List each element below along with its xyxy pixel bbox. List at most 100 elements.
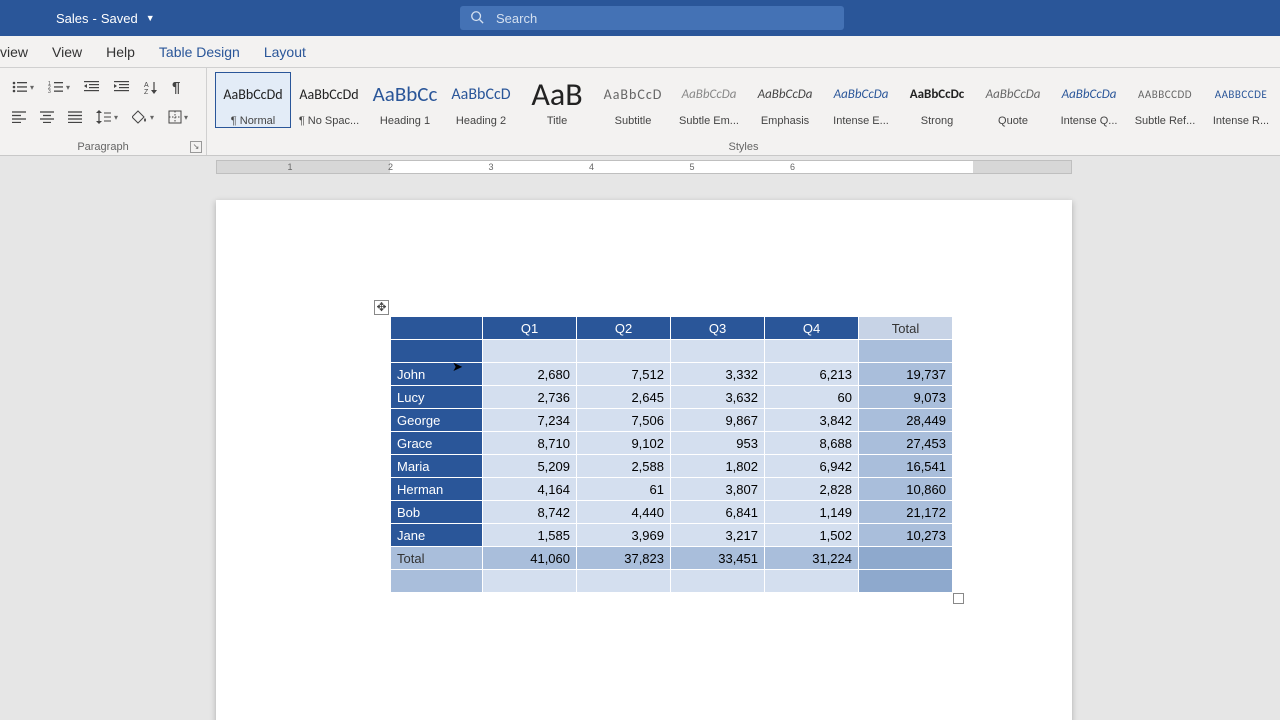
bullets-button[interactable]: ▾ bbox=[8, 75, 38, 99]
decrease-indent-button[interactable] bbox=[80, 75, 104, 99]
search-input[interactable] bbox=[496, 11, 834, 26]
style-intense-r-[interactable]: AABBCCDEIntense R... bbox=[1203, 73, 1279, 127]
align-center-button[interactable] bbox=[36, 105, 58, 129]
footer-q1[interactable]: 41,060 bbox=[483, 547, 577, 570]
row-name[interactable]: Lucy bbox=[391, 386, 483, 409]
page[interactable]: ✥ Q1 Q2 Q3 Q4 Total John2,6807,5123,3326… bbox=[216, 200, 1072, 720]
shading-button[interactable]: ▾ bbox=[128, 105, 158, 129]
header-empty[interactable] bbox=[391, 317, 483, 340]
tab-review-partial[interactable]: view bbox=[0, 38, 40, 66]
style-quote[interactable]: AaBbCcDaQuote bbox=[975, 73, 1051, 127]
cell-total[interactable]: 21,172 bbox=[859, 501, 953, 524]
cell-value[interactable]: 5,209 bbox=[483, 455, 577, 478]
row-name[interactable]: Herman bbox=[391, 478, 483, 501]
cell-value[interactable]: 1,585 bbox=[483, 524, 577, 547]
style-heading-1[interactable]: AaBbCcHeading 1 bbox=[367, 73, 443, 127]
cell-value[interactable]: 8,688 bbox=[765, 432, 859, 455]
style-no-spac-[interactable]: AaBbCcDd¶ No Spac... bbox=[291, 73, 367, 127]
header-q2[interactable]: Q2 bbox=[577, 317, 671, 340]
cell-value[interactable]: 3,632 bbox=[671, 386, 765, 409]
cell-total[interactable]: 27,453 bbox=[859, 432, 953, 455]
footer-q3[interactable]: 33,451 bbox=[671, 547, 765, 570]
cell-value[interactable]: 60 bbox=[765, 386, 859, 409]
cell-value[interactable]: 2,588 bbox=[577, 455, 671, 478]
header-q1[interactable]: Q1 bbox=[483, 317, 577, 340]
cell-value[interactable]: 6,213 bbox=[765, 363, 859, 386]
align-justify-button[interactable] bbox=[64, 105, 86, 129]
header-q4[interactable]: Q4 bbox=[765, 317, 859, 340]
style-intense-q-[interactable]: AaBbCcDaIntense Q... bbox=[1051, 73, 1127, 127]
tab-help[interactable]: Help bbox=[94, 38, 147, 66]
horizontal-ruler[interactable]: 123456 bbox=[216, 160, 1072, 174]
table-resize-handle-icon[interactable] bbox=[953, 593, 964, 604]
cell-value[interactable]: 4,164 bbox=[483, 478, 577, 501]
cell-value[interactable]: 9,102 bbox=[577, 432, 671, 455]
style-heading-2[interactable]: AaBbCcDHeading 2 bbox=[443, 73, 519, 127]
cell-total[interactable]: 16,541 bbox=[859, 455, 953, 478]
row-name[interactable]: Jane bbox=[391, 524, 483, 547]
header-q3[interactable]: Q3 bbox=[671, 317, 765, 340]
cell-value[interactable]: 7,512 bbox=[577, 363, 671, 386]
cell-value[interactable]: 8,742 bbox=[483, 501, 577, 524]
row-name[interactable]: Grace bbox=[391, 432, 483, 455]
cell-value[interactable]: 6,942 bbox=[765, 455, 859, 478]
cell-value[interactable]: 1,149 bbox=[765, 501, 859, 524]
cell-value[interactable]: 4,440 bbox=[577, 501, 671, 524]
borders-button[interactable]: ▾ bbox=[164, 105, 192, 129]
sort-button[interactable]: AZ bbox=[140, 75, 162, 99]
cell-value[interactable]: 6,841 bbox=[671, 501, 765, 524]
cell-value[interactable]: 2,680 bbox=[483, 363, 577, 386]
show-marks-button[interactable]: ¶ bbox=[168, 75, 184, 99]
cell-value[interactable]: 1,802 bbox=[671, 455, 765, 478]
tab-table-design[interactable]: Table Design bbox=[147, 38, 252, 66]
row-name[interactable]: John bbox=[391, 363, 483, 386]
cell-total[interactable]: 28,449 bbox=[859, 409, 953, 432]
cell-value[interactable]: 3,332 bbox=[671, 363, 765, 386]
paragraph-launcher-icon[interactable]: ↘ bbox=[190, 141, 202, 153]
cell-value[interactable]: 3,842 bbox=[765, 409, 859, 432]
cell-value[interactable]: 2,645 bbox=[577, 386, 671, 409]
style-subtitle[interactable]: AaBbCcDSubtitle bbox=[595, 73, 671, 127]
cell-value[interactable]: 1,502 bbox=[765, 524, 859, 547]
style-intense-e-[interactable]: AaBbCcDaIntense E... bbox=[823, 73, 899, 127]
footer-total[interactable] bbox=[859, 547, 953, 570]
document-canvas[interactable]: ✥ Q1 Q2 Q3 Q4 Total John2,6807,5123,3326… bbox=[0, 178, 1280, 720]
cell-total[interactable]: 10,860 bbox=[859, 478, 953, 501]
cell-value[interactable]: 3,969 bbox=[577, 524, 671, 547]
table-move-handle-icon[interactable]: ✥ bbox=[374, 300, 389, 315]
document-title[interactable]: Sales - Saved ▼ bbox=[56, 11, 155, 26]
footer-q4[interactable]: 31,224 bbox=[765, 547, 859, 570]
style-subtle-em-[interactable]: AaBbCcDaSubtle Em... bbox=[671, 73, 747, 127]
style-emphasis[interactable]: AaBbCcDaEmphasis bbox=[747, 73, 823, 127]
numbering-button[interactable]: 123 ▾ bbox=[44, 75, 74, 99]
style-subtle-ref-[interactable]: AABBCCDDSubtle Ref... bbox=[1127, 73, 1203, 127]
cell-value[interactable]: 61 bbox=[577, 478, 671, 501]
cell-total[interactable]: 9,073 bbox=[859, 386, 953, 409]
sales-table[interactable]: Q1 Q2 Q3 Q4 Total John2,6807,5123,3326,2… bbox=[390, 316, 953, 593]
footer-q2[interactable]: 37,823 bbox=[577, 547, 671, 570]
row-name[interactable]: Bob bbox=[391, 501, 483, 524]
cell-value[interactable]: 9,867 bbox=[671, 409, 765, 432]
row-name[interactable]: Maria bbox=[391, 455, 483, 478]
header-total[interactable]: Total bbox=[859, 317, 953, 340]
cell-total[interactable]: 10,273 bbox=[859, 524, 953, 547]
increase-indent-button[interactable] bbox=[110, 75, 134, 99]
align-left-button[interactable] bbox=[8, 105, 30, 129]
line-spacing-button[interactable]: ▾ bbox=[92, 105, 122, 129]
tab-view[interactable]: View bbox=[40, 38, 94, 66]
cell-value[interactable]: 3,807 bbox=[671, 478, 765, 501]
tab-layout[interactable]: Layout bbox=[252, 38, 318, 66]
cell-total[interactable]: 19,737 bbox=[859, 363, 953, 386]
search-box[interactable] bbox=[460, 6, 844, 30]
cell-value[interactable]: 8,710 bbox=[483, 432, 577, 455]
cell-value[interactable]: 2,736 bbox=[483, 386, 577, 409]
style-title[interactable]: AaBTitle bbox=[519, 73, 595, 127]
cell-value[interactable]: 2,828 bbox=[765, 478, 859, 501]
style-strong[interactable]: AaBbCcDcStrong bbox=[899, 73, 975, 127]
cell-value[interactable]: 7,506 bbox=[577, 409, 671, 432]
cell-value[interactable]: 3,217 bbox=[671, 524, 765, 547]
cell-value[interactable]: 7,234 bbox=[483, 409, 577, 432]
footer-name[interactable]: Total bbox=[391, 547, 483, 570]
style-normal[interactable]: AaBbCcDd¶ Normal bbox=[215, 72, 291, 128]
row-name[interactable]: George bbox=[391, 409, 483, 432]
